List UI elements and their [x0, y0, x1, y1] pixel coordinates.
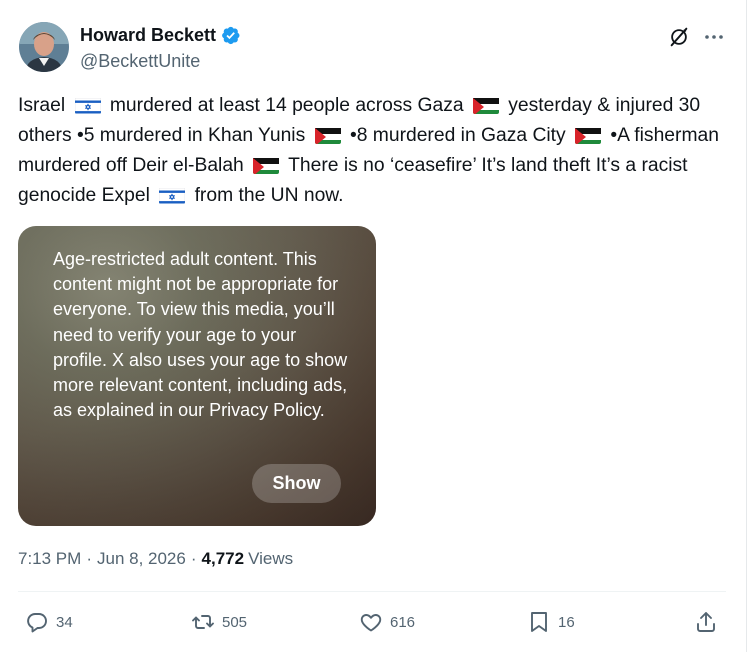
- repost-button[interactable]: 505: [191, 609, 247, 635]
- tweet-time[interactable]: 7:13 PM: [18, 547, 81, 571]
- author-name[interactable]: Howard Beckett: [80, 24, 216, 46]
- views-count[interactable]: 4,772: [202, 547, 245, 571]
- meta-separator: ·: [190, 549, 197, 568]
- israel-flag-icon: [74, 96, 101, 114]
- author-name-row[interactable]: Howard Beckett: [80, 24, 241, 46]
- like-count: 616: [390, 613, 416, 631]
- sensitive-media[interactable]: Age-restricted adult content. This conte…: [18, 226, 376, 526]
- share-icon: [697, 612, 715, 632]
- age-restriction-warning: Age-restricted adult content. This conte…: [53, 249, 348, 421]
- palestine-flag-icon: [575, 126, 602, 144]
- author-handle[interactable]: @BeckettUnite: [80, 50, 200, 72]
- views-label[interactable]: Views: [248, 547, 293, 571]
- repost-icon: [192, 615, 214, 629]
- avatar[interactable]: [19, 22, 69, 72]
- tweet-date[interactable]: Jun 8, 2026: [97, 547, 186, 571]
- tweet-text-segment: •8 murdered in Gaza City: [344, 125, 572, 146]
- tweet-text: Israel murdered at least 14 people acros…: [18, 91, 730, 211]
- tweet-text-segment: from the UN now.: [189, 185, 344, 206]
- tweet-meta: 7:13 PM · Jun 8, 2026 · 4,772 Views: [18, 547, 293, 571]
- like-button[interactable]: 616: [359, 609, 415, 635]
- meta-separator: ·: [86, 549, 92, 568]
- share-button[interactable]: [694, 609, 718, 635]
- show-media-button[interactable]: Show: [252, 464, 341, 503]
- heart-icon: [360, 614, 382, 632]
- more-icon[interactable]: [702, 26, 726, 48]
- tweet-text-segment: Israel: [18, 95, 71, 116]
- grok-icon[interactable]: [668, 26, 690, 48]
- reply-button[interactable]: 34: [25, 609, 73, 635]
- reply-icon: [27, 613, 47, 633]
- verified-badge-icon[interactable]: [220, 25, 241, 46]
- bookmark-button[interactable]: 16: [527, 609, 575, 635]
- palestine-flag-icon: [472, 96, 499, 114]
- palestine-flag-icon: [314, 126, 341, 144]
- tweet-text-segment: murdered at least 14 people across Gaza: [104, 95, 469, 116]
- palestine-flag-icon: [253, 156, 280, 174]
- repost-count: 505: [222, 613, 248, 631]
- bookmark-count: 16: [558, 613, 575, 631]
- divider: [18, 591, 726, 592]
- tweet-card: Howard Beckett @BeckettUnite Israel murd…: [0, 0, 747, 652]
- israel-flag-icon: [159, 186, 186, 204]
- bookmark-icon: [531, 612, 547, 632]
- reply-count: 34: [56, 613, 73, 631]
